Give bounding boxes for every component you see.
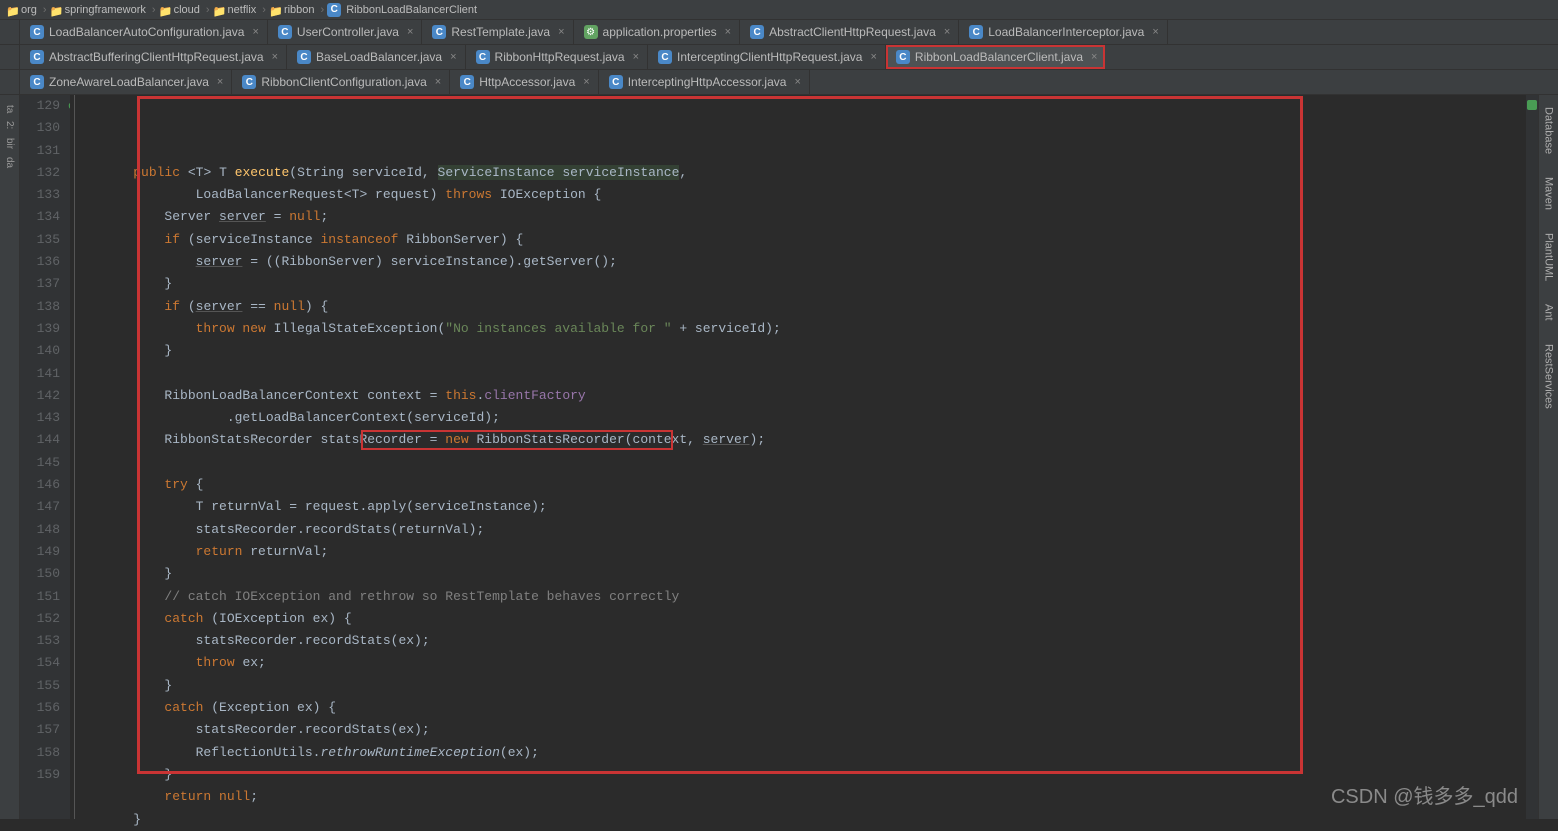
java-icon: C [432, 25, 446, 39]
properties-icon: ⚙ [584, 25, 598, 39]
watermark: CSDN @钱多多_qdd [1331, 780, 1518, 809]
error-stripe[interactable] [1526, 95, 1538, 819]
close-icon[interactable]: × [794, 76, 800, 88]
tab-baseloadbalancer[interactable]: CBaseLoadBalancer.java× [287, 45, 466, 69]
tab-ribbonclientconfiguration[interactable]: CRibbonClientConfiguration.java× [232, 70, 450, 94]
java-icon: C [750, 25, 764, 39]
tab-resttemplate[interactable]: CRestTemplate.java× [422, 20, 573, 44]
java-icon: C [297, 50, 311, 64]
close-icon[interactable]: × [435, 76, 441, 88]
tab-httpaccessor[interactable]: CHttpAccessor.java× [450, 70, 598, 94]
analysis-ok-icon [1527, 100, 1537, 110]
crumb-ribbon[interactable]: 📁ribbon [269, 4, 315, 16]
crumb-org[interactable]: 📁org [6, 4, 37, 16]
tool-database[interactable]: Database [1543, 103, 1555, 158]
tabs-row-2: CAbstractBufferingClientHttpRequest.java… [0, 45, 1558, 70]
java-icon: C [30, 25, 44, 39]
left-toolbar: ta 2: bir da [0, 95, 20, 819]
close-icon[interactable]: × [558, 26, 564, 38]
left-tool-item[interactable]: 2: [4, 121, 15, 129]
crumb-springframework[interactable]: 📁springframework [50, 4, 146, 16]
close-icon[interactable]: × [1091, 51, 1097, 63]
close-icon[interactable]: × [870, 51, 876, 63]
folder-icon: 📁 [159, 5, 171, 15]
left-tool-item[interactable]: ta [4, 105, 15, 113]
java-icon: C [460, 75, 474, 89]
tab-abstractclienthttprequest[interactable]: CAbstractClientHttpRequest.java× [740, 20, 959, 44]
tool-ant[interactable]: Ant [1543, 300, 1555, 325]
java-icon: C [609, 75, 623, 89]
java-icon: C [278, 25, 292, 39]
java-icon: C [30, 75, 44, 89]
tabs-row-3: CZoneAwareLoadBalancer.java× CRibbonClie… [0, 70, 1558, 95]
folder-icon: 📁 [50, 5, 62, 15]
java-icon: C [658, 50, 672, 64]
close-icon[interactable]: × [272, 51, 278, 63]
tool-restservices[interactable]: RestServices [1543, 340, 1555, 413]
java-icon: C [242, 75, 256, 89]
tool-maven[interactable]: Maven [1543, 173, 1555, 214]
highlight-box-inline [361, 430, 673, 450]
close-icon[interactable]: × [944, 26, 950, 38]
close-icon[interactable]: × [633, 51, 639, 63]
tab-applicationproperties[interactable]: ⚙application.properties× [574, 20, 741, 44]
fold-strip[interactable] [70, 95, 94, 819]
tool-plantuml[interactable]: PlantUML [1543, 229, 1555, 285]
code-editor[interactable]: public <T> T execute(String serviceId, S… [94, 95, 1526, 819]
java-icon: C [476, 50, 490, 64]
class-icon: C [327, 3, 341, 17]
close-icon[interactable]: × [407, 26, 413, 38]
crumb-cloud[interactable]: 📁cloud [159, 4, 200, 16]
left-tool-item[interactable]: bir [4, 138, 15, 149]
close-icon[interactable]: × [583, 76, 589, 88]
close-icon[interactable]: × [217, 76, 223, 88]
crumb-class[interactable]: CRibbonLoadBalancerClient [327, 3, 477, 17]
java-icon: C [969, 25, 983, 39]
close-icon[interactable]: × [725, 26, 731, 38]
close-icon[interactable]: × [450, 51, 456, 63]
right-toolbar: Database Maven PlantUML Ant RestServices [1538, 95, 1558, 819]
folder-icon: 📁 [6, 5, 18, 15]
tab-interceptinghttpaccessor[interactable]: CInterceptingHttpAccessor.java× [599, 70, 810, 94]
tab-loadbalancerautoconfiguration[interactable]: CLoadBalancerAutoConfiguration.java× [20, 20, 268, 44]
editor-area: ta 2: bir da 129 o↑ 130131132 133134135 … [0, 95, 1558, 819]
folder-icon: 📁 [213, 5, 225, 15]
tab-usercontroller[interactable]: CUserController.java× [268, 20, 422, 44]
tabs-row-1: CLoadBalancerAutoConfiguration.java× CUs… [0, 20, 1558, 45]
java-icon: C [896, 50, 910, 64]
line-gutter[interactable]: 129 o↑ 130131132 133134135 136137138 139… [20, 95, 70, 819]
java-icon: C [30, 50, 44, 64]
crumb-netflix[interactable]: 📁netflix [213, 4, 257, 16]
tab-ribbonloadbalancerclient[interactable]: CRibbonLoadBalancerClient.java× [886, 45, 1106, 69]
close-icon[interactable]: × [1152, 26, 1158, 38]
breadcrumb: 📁org› 📁springframework› 📁cloud› 📁netflix… [0, 0, 1558, 20]
tab-zoneawareloadbalancer[interactable]: CZoneAwareLoadBalancer.java× [20, 70, 232, 94]
tab-interceptingclienthttprequest[interactable]: CInterceptingClientHttpRequest.java× [648, 45, 886, 69]
close-icon[interactable]: × [252, 26, 258, 38]
left-tool-item[interactable]: da [4, 157, 15, 168]
tab-loadbalancerinterceptor[interactable]: CLoadBalancerInterceptor.java× [959, 20, 1168, 44]
tab-ribbonhttprequest[interactable]: CRibbonHttpRequest.java× [466, 45, 649, 69]
folder-icon: 📁 [269, 5, 281, 15]
tab-abstractbufferingclienthttprequest[interactable]: CAbstractBufferingClientHttpRequest.java… [20, 45, 287, 69]
